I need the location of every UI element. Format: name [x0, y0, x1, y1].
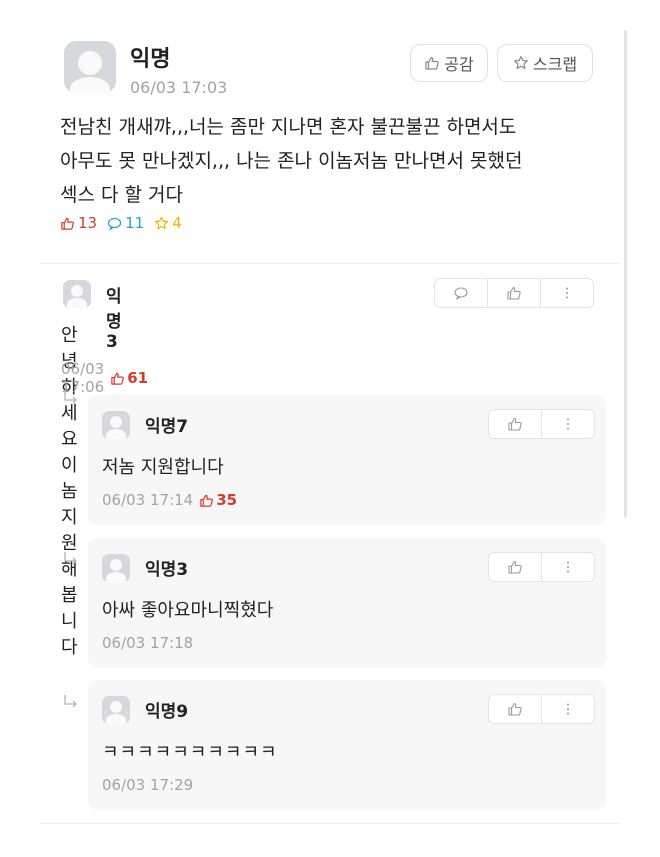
avatar[interactable]	[102, 411, 130, 439]
reply-actions	[488, 409, 595, 439]
scrap-button-label: 스크랩	[532, 55, 578, 74]
thumbs-up-icon	[508, 417, 522, 431]
like-count: 13	[60, 214, 97, 232]
thumbs-up-icon	[508, 560, 522, 574]
reply-date: 06/03 17:29	[102, 776, 194, 794]
reply-date: 06/03 17:18	[102, 634, 194, 652]
reply-author: 익명9	[145, 702, 189, 722]
thumbs-up-icon	[61, 217, 74, 230]
reply-comment: 익명3 아싸 좋아요마니찍혔다 06/03 17:18	[88, 538, 606, 668]
reply-body: 아싸 좋아요마니찍혔다	[102, 600, 274, 621]
reply-button[interactable]	[435, 279, 487, 307]
scrap-count-value: 4	[172, 214, 182, 232]
more-button[interactable]	[541, 553, 594, 581]
post-stats: 13 11 4	[60, 214, 182, 232]
reply-meta: 06/03 17:14 35	[102, 491, 237, 509]
reply-body: ㅋㅋㅋㅋㅋㅋㅋㅋㅋㅋ	[102, 742, 278, 763]
thumbs-up-icon	[507, 286, 521, 300]
comment-count: 11	[107, 214, 144, 232]
comment-like-count: 61	[110, 369, 148, 387]
thumbs-up-icon	[508, 702, 522, 716]
like-count-value: 13	[78, 214, 98, 232]
reply-arrow-icon	[64, 391, 77, 404]
reply-meta: 06/03 17:29	[102, 776, 193, 794]
thumbs-up-icon	[111, 372, 125, 385]
comment-like-count-value: 61	[127, 369, 149, 387]
like-button[interactable]: 공감	[410, 44, 488, 82]
more-vertical-icon	[566, 287, 568, 299]
comment-author: 익명3	[106, 287, 122, 352]
avatar[interactable]	[63, 280, 91, 308]
reply-arrow-icon	[64, 695, 77, 708]
speech-bubble-icon	[454, 287, 468, 301]
comment-actions	[434, 278, 594, 308]
comment-like-button[interactable]	[487, 279, 540, 307]
reply-actions	[488, 552, 595, 582]
avatar[interactable]	[102, 696, 130, 724]
post-author: 익명	[130, 47, 171, 72]
more-vertical-icon	[567, 418, 569, 430]
avatar[interactable]	[64, 41, 116, 93]
post-date: 06/03 17:03	[130, 78, 228, 97]
more-vertical-icon	[567, 561, 569, 573]
reply-like-button[interactable]	[489, 410, 541, 438]
reply-author: 익명7	[145, 417, 189, 437]
reply-comment: 익명7 저놈 지원합니다 06/03 17:14 35	[88, 395, 606, 525]
reply-like-button[interactable]	[489, 553, 541, 581]
more-button[interactable]	[541, 410, 594, 438]
reply-date: 06/03 17:14	[102, 491, 194, 509]
like-button-label: 공감	[444, 55, 474, 74]
thumbs-up-icon	[200, 494, 214, 507]
scrap-count: 4	[154, 214, 182, 232]
star-icon	[155, 216, 169, 229]
reply-comment: 익명9 ㅋㅋㅋㅋㅋㅋㅋㅋㅋㅋ 06/03 17:29	[88, 680, 606, 810]
thumbs-up-icon	[425, 56, 440, 70]
star-icon	[514, 55, 528, 69]
post-body: 전남친 개새꺄,,,너는 좀만 지나면 혼자 불끈불끈 하면서도 아무도 못 만…	[60, 116, 523, 206]
comment-count-value: 11	[125, 214, 145, 232]
divider	[40, 823, 620, 824]
reply-author: 익명3	[145, 560, 189, 580]
speech-bubble-icon	[107, 217, 122, 231]
reply-body: 저놈 지원합니다	[102, 457, 224, 478]
scrap-button[interactable]: 스크랩	[497, 44, 593, 82]
reply-like-count: 35	[199, 491, 237, 509]
more-button[interactable]	[541, 695, 594, 723]
reply-actions	[488, 694, 595, 724]
more-button[interactable]	[540, 279, 593, 307]
more-vertical-icon	[567, 703, 569, 715]
reply-arrow-icon	[64, 552, 77, 565]
reply-like-count-value: 35	[216, 491, 238, 509]
scrollbar[interactable]	[624, 30, 627, 518]
reply-meta: 06/03 17:18	[102, 634, 193, 652]
divider	[40, 263, 620, 264]
reply-like-button[interactable]	[489, 695, 541, 723]
avatar[interactable]	[102, 554, 130, 582]
